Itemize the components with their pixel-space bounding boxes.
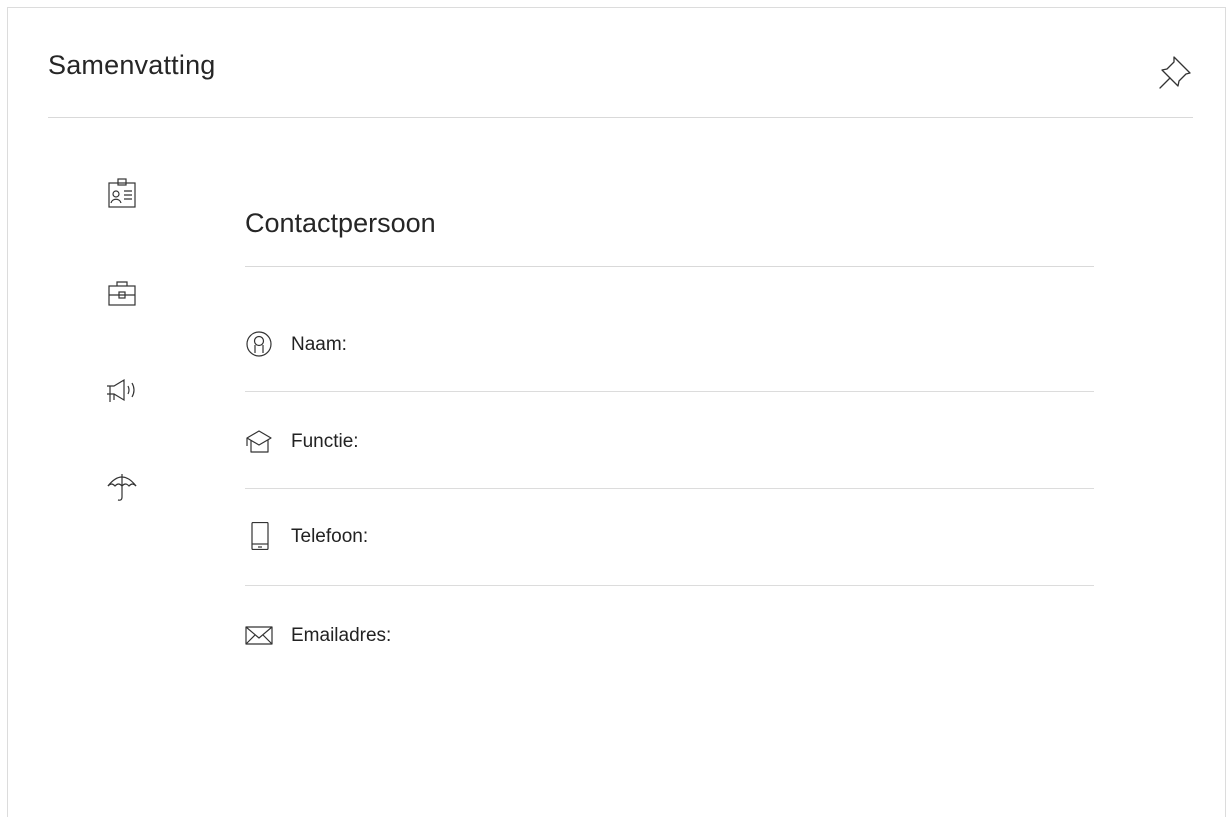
user-icon [245,330,273,358]
section-title: Contactpersoon [245,208,436,238]
mobile-phone-icon [245,522,273,550]
side-nav-item-contact[interactable] [104,176,140,212]
field-row-name: Naam: [245,330,1094,370]
umbrella-icon [107,474,137,501]
side-nav-item-marketing[interactable] [104,372,140,408]
pin-button[interactable] [1155,52,1195,90]
side-nav-item-business[interactable] [104,275,140,311]
row-divider [245,391,1094,392]
field-row-email: Emailadres: [245,621,1094,661]
pin-icon [1159,56,1191,89]
field-label-function: Functie: [291,431,359,452]
field-row-phone: Telefoon: [245,522,1094,562]
field-label-email: Emailadres: [291,625,392,646]
field-label-name: Naam: [291,334,347,355]
row-divider [245,488,1094,489]
panel-title: Samenvatting [48,50,216,80]
header-divider [48,117,1193,118]
section-divider [245,266,1094,267]
id-card-icon [108,178,136,208]
side-nav-item-insurance[interactable] [104,468,140,504]
envelope-icon [245,621,273,649]
briefcase-icon [108,281,136,306]
graduation-cap-icon [245,427,273,455]
row-divider [245,585,1094,586]
field-label-phone: Telefoon: [291,526,369,547]
megaphone-icon [107,378,135,402]
summary-panel: Samenvatting Contactpersoon Naam: Functi… [7,7,1226,817]
field-row-function: Functie: [245,427,1094,467]
